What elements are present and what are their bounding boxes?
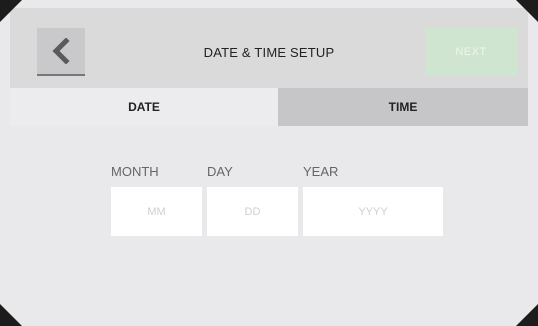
bezel-corner: [0, 304, 22, 326]
month-label: MONTH: [111, 164, 159, 179]
device-screen: DATE & TIME SETUP NEXT DATE TIME MONTH D…: [0, 0, 538, 326]
next-button[interactable]: NEXT: [425, 28, 517, 76]
chevron-left-icon: [52, 38, 70, 64]
header-bar: DATE & TIME SETUP NEXT: [10, 8, 528, 88]
page-title: DATE & TIME SETUP: [203, 45, 335, 60]
bezel-corner: [516, 0, 538, 22]
year-label: YEAR: [303, 164, 339, 179]
tab-date[interactable]: DATE: [10, 88, 278, 126]
bezel-corner: [516, 304, 538, 326]
day-input[interactable]: DD: [207, 187, 298, 236]
tab-bar: DATE TIME: [10, 88, 528, 126]
back-button[interactable]: [37, 28, 85, 76]
month-input[interactable]: MM: [111, 187, 202, 236]
day-label: DAY: [207, 164, 233, 179]
tab-time[interactable]: TIME: [278, 88, 528, 126]
bezel-corner: [0, 0, 22, 22]
year-input[interactable]: YYYY: [303, 187, 443, 236]
